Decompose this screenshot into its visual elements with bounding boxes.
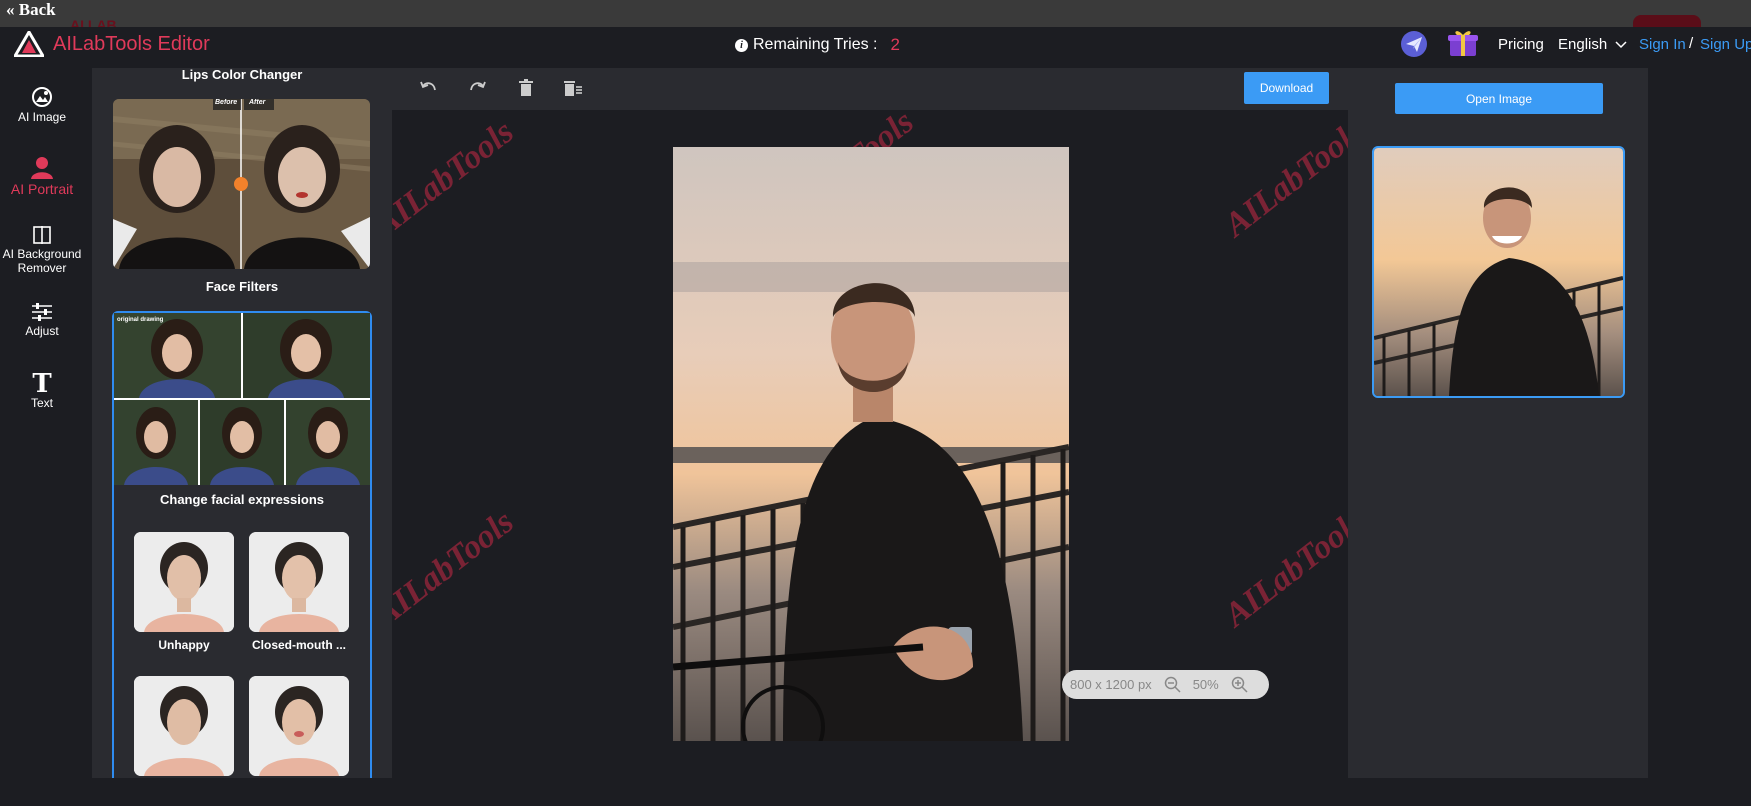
pricing-link[interactable]: Pricing xyxy=(1498,36,1544,53)
clear-all-icon[interactable] xyxy=(563,78,583,98)
text-icon: T xyxy=(32,369,52,399)
auth-separator: / xyxy=(1689,35,1694,52)
nav-ai-portrait[interactable]: AI Portrait xyxy=(0,155,84,197)
open-image-button[interactable]: Open Image xyxy=(1395,83,1603,114)
background-button xyxy=(1633,15,1701,27)
tools-panel: Lips Color Changer Before After Face Fil… xyxy=(92,68,392,778)
undo-icon[interactable] xyxy=(418,78,438,98)
language-select[interactable]: English xyxy=(1558,36,1627,53)
watermark: AILabTools xyxy=(1217,113,1348,244)
nav-text[interactable]: T Text xyxy=(0,369,84,410)
trash-icon[interactable] xyxy=(516,78,536,98)
download-button[interactable]: Download xyxy=(1244,72,1329,104)
closed-mouth-face-image xyxy=(249,532,349,632)
expression-option-4[interactable] xyxy=(249,676,349,776)
image-dimensions: 800 x 1200 px xyxy=(1070,677,1152,692)
logo-icon[interactable] xyxy=(14,31,44,57)
lips-color-changer-title: Lips Color Changer xyxy=(181,68,303,82)
paper-plane-icon[interactable] xyxy=(1400,30,1428,58)
zoom-level: 50% xyxy=(1192,677,1219,692)
redo-icon[interactable] xyxy=(468,78,488,98)
portrait-photo xyxy=(673,147,1069,741)
zoom-in-icon[interactable] xyxy=(1231,676,1248,693)
zoom-out-icon[interactable] xyxy=(1164,676,1181,693)
expression-option-unhappy[interactable] xyxy=(134,532,234,632)
before-label: Before xyxy=(215,99,238,106)
chevron-down-icon xyxy=(1615,40,1627,48)
after-label: After xyxy=(249,99,266,106)
nav-ai-image[interactable]: AI Image xyxy=(0,86,84,124)
nav-ai-background-remover[interactable]: AI Background Remover xyxy=(0,225,84,275)
canvas-toolbar xyxy=(392,68,1352,110)
portrait-icon xyxy=(31,157,53,179)
watermark: AILabTools xyxy=(1217,503,1348,634)
unhappy-face-image xyxy=(134,532,234,632)
pout-face-image xyxy=(249,676,349,776)
face-filters-title: Face Filters xyxy=(205,279,279,294)
language-label: English xyxy=(1558,36,1608,53)
background-logo: AI LAB xyxy=(70,17,117,27)
app-title[interactable]: AILabTools Editor xyxy=(53,33,210,56)
face-filters-card[interactable]: original drawing Change facial expressio… xyxy=(112,311,372,778)
watermark: AILabTools xyxy=(392,503,521,634)
expression-label-closed-mouth: Closed-mouth ... xyxy=(252,638,346,652)
expression-label-unhappy: Unhappy xyxy=(158,638,210,652)
face-filters-caption: Change facial expressions xyxy=(159,492,324,507)
thumbnail-photo xyxy=(1374,148,1623,396)
zoom-controls: 800 x 1200 px 50% xyxy=(1062,670,1269,699)
back-link[interactable]: « Back xyxy=(6,0,56,20)
lips-color-changer-card[interactable]: Before After xyxy=(113,99,370,269)
top-strip xyxy=(0,0,1751,27)
nav-adjust[interactable]: Adjust xyxy=(0,302,84,338)
sliders-icon xyxy=(32,303,52,321)
remaining-tries: i Remaining Tries : 2 xyxy=(735,35,900,55)
watermark: AILabTools xyxy=(392,113,521,244)
sign-up-link[interactable]: Sign Up xyxy=(1700,36,1751,53)
facial-expression-preview xyxy=(114,313,370,485)
ai-image-icon xyxy=(32,87,52,107)
info-icon: i xyxy=(735,38,748,52)
expression-option-closed-mouth[interactable] xyxy=(249,532,349,632)
tries-count: 2 xyxy=(890,35,900,54)
sign-in-link[interactable]: Sign In xyxy=(1639,36,1686,53)
background-remover-icon xyxy=(33,226,51,244)
lips-preview-image xyxy=(113,99,370,269)
tries-label: Remaining Tries : xyxy=(753,36,878,53)
gift-icon[interactable] xyxy=(1447,28,1479,58)
expression-option-3[interactable] xyxy=(134,676,234,776)
sad-face-image xyxy=(134,676,234,776)
image-thumbnail[interactable] xyxy=(1372,146,1625,398)
original-drawing-badge: original drawing xyxy=(117,317,164,323)
main-photo[interactable] xyxy=(673,147,1069,741)
